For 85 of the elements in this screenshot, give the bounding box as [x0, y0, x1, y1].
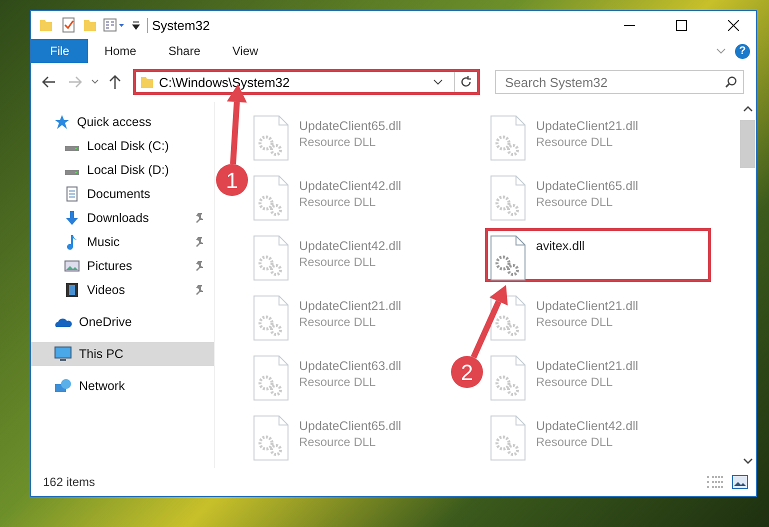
ribbon-tab[interactable]: Share: [152, 39, 216, 63]
chevron-down-icon[interactable]: [91, 79, 99, 85]
address-path: C:\Windows\System32: [159, 74, 291, 90]
gear-file-icon: [253, 235, 289, 281]
gear-file-icon: [490, 295, 526, 341]
up-arrow-icon[interactable]: [109, 75, 121, 89]
file-type: Resource DLL: [299, 255, 377, 269]
nav-item[interactable]: OneDrive: [31, 310, 214, 334]
item-count: 162 items: [43, 475, 96, 489]
search-field[interactable]: Search System32: [495, 70, 744, 94]
file-name: UpdateClient21.dll: [536, 299, 638, 313]
gear-file-icon: [490, 235, 526, 281]
file-type: Resource DLL: [536, 135, 614, 149]
drive-icon: [64, 168, 80, 176]
gear-file-icon: [253, 295, 289, 341]
scrollbar-thumb[interactable]: [740, 120, 755, 168]
file-name: UpdateClient65.dll: [536, 179, 638, 193]
file-name: UpdateClient65.dll: [299, 119, 402, 133]
search-icon[interactable]: [725, 76, 737, 88]
file-type: Resource DLL: [299, 435, 377, 449]
gear-file-icon: [490, 175, 526, 221]
star-icon: [54, 114, 70, 130]
address-bar[interactable]: C:\Windows\System32: [133, 69, 480, 95]
pin-icon[interactable]: [194, 213, 204, 223]
nav-item[interactable]: Local Disk (C:): [31, 134, 214, 158]
nav-item[interactable]: This PC: [31, 342, 214, 366]
pin-icon[interactable]: [194, 237, 204, 247]
nav-item[interactable]: Videos: [31, 278, 214, 302]
file-name: UpdateClient21.dll: [536, 359, 638, 373]
large-icons-view-icon[interactable]: [732, 475, 748, 489]
file-name: UpdateClient42.dll: [536, 419, 638, 433]
maximize-icon: [676, 20, 686, 30]
file-item[interactable]: avitex.dll: [485, 228, 711, 282]
close-icon: [728, 20, 738, 30]
help-button[interactable]: ?: [735, 44, 750, 58]
chevron-down-icon[interactable]: [433, 78, 443, 86]
file-name: UpdateClient21.dll: [299, 299, 402, 313]
gear-file-icon: [253, 175, 289, 221]
pin-icon[interactable]: [194, 285, 204, 295]
drive-icon: [64, 144, 80, 152]
nav-item[interactable]: Local Disk (D:): [31, 158, 214, 182]
file-name: UpdateClient42.dll: [299, 239, 402, 253]
file-type: Resource DLL: [536, 375, 614, 389]
nav-item[interactable]: Quick access: [31, 110, 214, 134]
ribbon-tab[interactable]: Home: [88, 39, 152, 63]
nav-item[interactable]: Documents: [31, 182, 214, 206]
network-icon: [54, 378, 72, 394]
number-badge: 2: [451, 356, 483, 388]
window-title: System32: [147, 18, 600, 32]
file-name: UpdateClient65.dll: [299, 419, 402, 433]
nav-item[interactable]: Network: [31, 374, 214, 398]
details-view-icon[interactable]: [706, 475, 724, 489]
file-name: UpdateClient42.dll: [299, 179, 402, 193]
file-name: UpdateClient21.dll: [536, 119, 638, 133]
film-icon: [64, 282, 80, 298]
pin-icon[interactable]: [194, 261, 204, 271]
file-type: Resource DLL: [536, 195, 614, 209]
file-type: Resource DLL: [299, 135, 377, 149]
down-arrow-icon: [64, 210, 80, 226]
folder-icon: [140, 75, 154, 89]
nav-item[interactable]: Pictures: [31, 254, 214, 278]
back-arrow-icon[interactable]: [42, 76, 56, 88]
number-badge: 1: [216, 164, 248, 196]
file-type: Resource DLL: [299, 375, 377, 389]
gear-file-icon: [253, 415, 289, 461]
file-menu-button[interactable]: File: [31, 39, 88, 63]
file-type: Resource DLL: [536, 315, 614, 329]
gear-file-icon: [253, 115, 289, 161]
nav-item[interactable]: Music: [31, 230, 214, 254]
file-type: Resource DLL: [299, 315, 377, 329]
document-icon: [64, 186, 80, 202]
refresh-icon[interactable]: [460, 76, 472, 88]
monitor-icon: [54, 346, 72, 362]
file-name: avitex.dll: [536, 239, 585, 253]
file-name: UpdateClient63.dll: [299, 359, 402, 373]
picture-icon: [64, 258, 80, 274]
file-type: Resource DLL: [536, 435, 614, 449]
nav-item[interactable]: Downloads: [31, 206, 214, 230]
gear-file-icon: [490, 415, 526, 461]
gear-file-icon: [490, 115, 526, 161]
ribbon-tab[interactable]: View: [216, 39, 274, 63]
gear-file-icon: [490, 355, 526, 401]
gear-file-icon: [253, 355, 289, 401]
properties-icon[interactable]: [103, 18, 125, 32]
file-type: Resource DLL: [299, 195, 377, 209]
